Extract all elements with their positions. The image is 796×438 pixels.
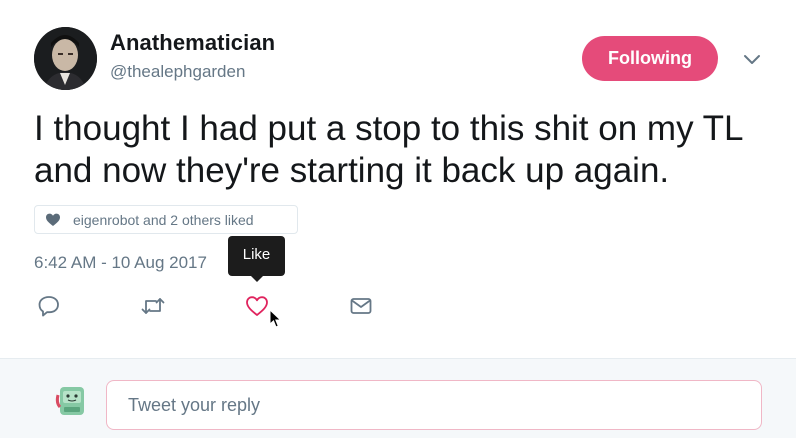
like-icon[interactable] [244, 293, 270, 319]
tweet-card: Anathematician @thealephgarden Following… [0, 0, 796, 358]
chevron-down-icon[interactable] [741, 49, 763, 69]
following-button[interactable]: Following [582, 36, 718, 81]
mouse-cursor-icon [269, 309, 282, 328]
like-tooltip: Like [228, 236, 285, 282]
current-user-avatar[interactable] [52, 381, 92, 421]
tweet-text: I thought I had put a stop to this shit … [34, 109, 743, 190]
reply-icon[interactable] [36, 293, 62, 319]
author-name[interactable]: Anathematician [110, 30, 275, 56]
reply-composer [0, 358, 796, 438]
direct-message-icon[interactable] [348, 293, 374, 319]
author-handle[interactable]: @thealephgarden [110, 62, 245, 82]
heart-icon [46, 213, 60, 226]
retweet-icon[interactable] [140, 293, 166, 319]
liked-by-text: eigenrobot and 2 others liked [73, 211, 254, 228]
reply-input[interactable] [106, 380, 762, 430]
tweet-timestamp[interactable]: 6:42 AM - 10 Aug 2017 [34, 253, 207, 273]
author-avatar[interactable] [34, 27, 97, 90]
liked-by-summary[interactable]: eigenrobot and 2 others liked [34, 205, 298, 234]
